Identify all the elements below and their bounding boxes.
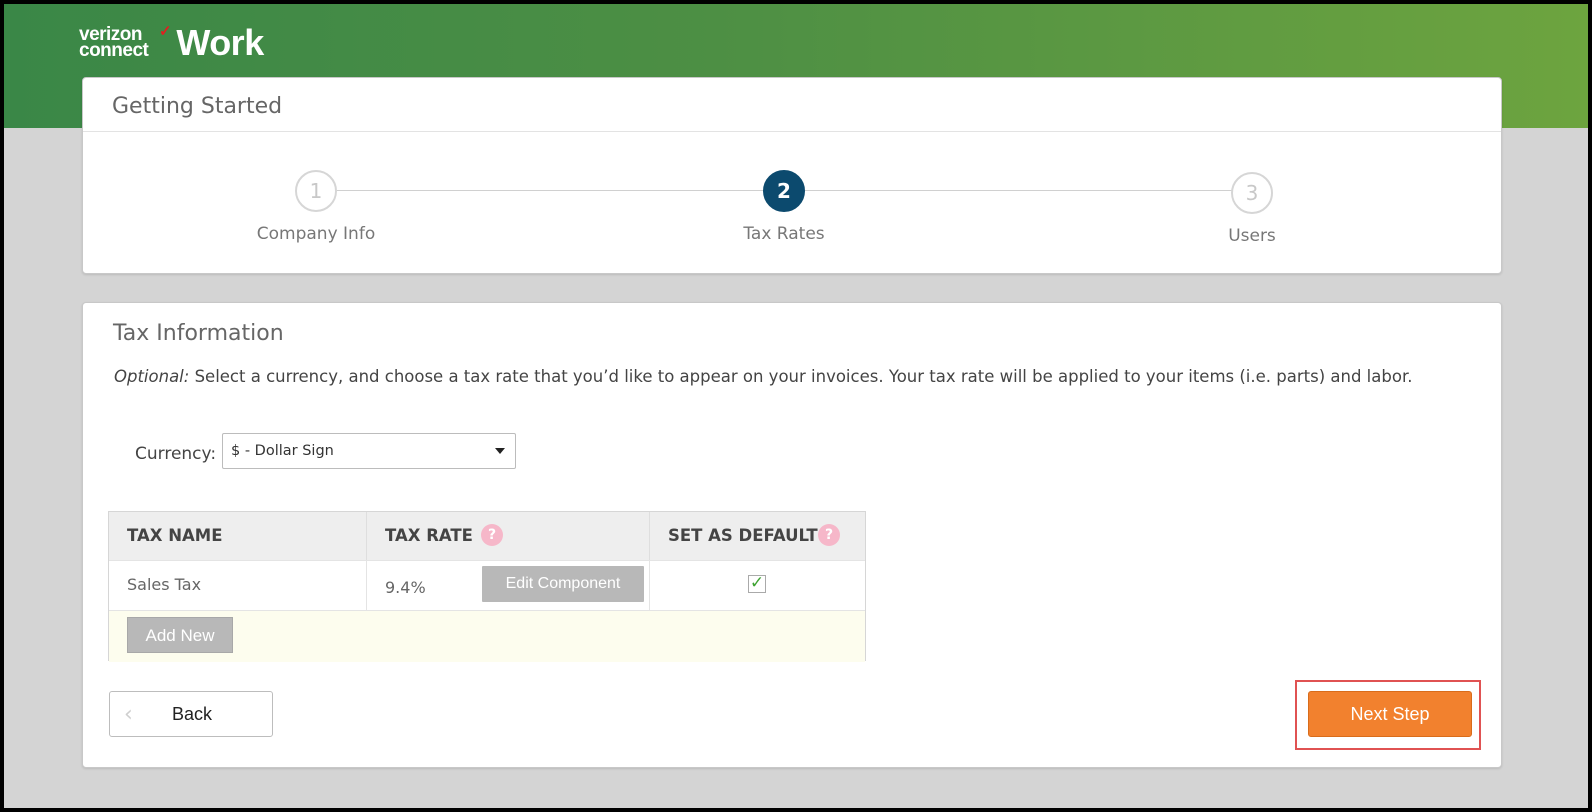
edit-component-button[interactable]: Edit Component	[482, 566, 644, 602]
header-label: TAX NAME	[127, 526, 223, 545]
cell-set-as-default: ✓	[650, 561, 865, 610]
cell-tax-rate: 9.4% Edit Component	[367, 561, 650, 610]
header-label: SET AS DEFAULT	[668, 526, 818, 545]
optional-label: Optional:	[114, 367, 190, 386]
app-frame: verizon connect ✓ Work Getting Started 1…	[4, 4, 1588, 808]
header-tax-name: TAX NAME	[109, 512, 367, 560]
chevron-left-icon: ‹	[124, 702, 133, 727]
step-label: Users	[1228, 226, 1276, 246]
tax-rate-value: 9.4%	[385, 578, 426, 597]
tax-table: TAX NAME TAX RATE ? SET AS DEFAULT ? Sal…	[108, 511, 866, 662]
logo[interactable]: verizon connect ✓ Work	[79, 22, 264, 64]
cell-tax-name: Sales Tax	[109, 561, 367, 610]
step-users[interactable]: 3 Users	[1162, 172, 1342, 246]
default-checkbox[interactable]: ✓	[748, 575, 766, 593]
logo-line2: connect	[79, 40, 149, 61]
table-row: Sales Tax 9.4% Edit Component ✓	[109, 560, 865, 610]
getting-started-card: Getting Started 1 Company Info 2 Tax Rat…	[82, 77, 1502, 274]
step-label: Tax Rates	[743, 224, 825, 244]
step-label: Company Info	[256, 224, 376, 244]
next-step-button[interactable]: Next Step	[1308, 691, 1472, 737]
wizard-stepper: 1 Company Info 2 Tax Rates 3 Users	[83, 132, 1501, 272]
tax-information-card: Tax Information Optional: Select a curre…	[82, 302, 1502, 768]
step-tax-rates[interactable]: 2 Tax Rates	[694, 170, 874, 244]
header-tax-rate: TAX RATE ?	[367, 512, 650, 560]
tax-description: Optional: Select a currency, and choose …	[114, 367, 1412, 386]
header-set-as-default: SET AS DEFAULT ?	[650, 512, 865, 560]
table-header-row: TAX NAME TAX RATE ? SET AS DEFAULT ?	[109, 512, 865, 560]
step-number-circle: 1	[295, 170, 337, 212]
check-mark-icon: ✓	[159, 23, 172, 40]
back-button[interactable]: ‹ Back	[109, 691, 273, 737]
help-icon[interactable]: ?	[818, 524, 840, 546]
product-name: Work	[176, 22, 264, 63]
description-text: Select a currency, and choose a tax rate…	[189, 367, 1413, 386]
currency-label: Currency:	[135, 444, 217, 464]
verizon-connect-logo: verizon connect ✓	[79, 24, 172, 61]
step-company-info[interactable]: 1 Company Info	[226, 170, 406, 244]
add-new-button[interactable]: Add New	[127, 617, 233, 653]
step-number-circle: 3	[1231, 172, 1273, 214]
currency-select[interactable]: $ - Dollar Sign	[222, 433, 516, 469]
back-label: Back	[172, 704, 213, 724]
getting-started-title: Getting Started	[83, 78, 1501, 132]
tax-information-title: Tax Information	[113, 321, 284, 346]
chevron-down-icon	[495, 448, 505, 454]
help-icon[interactable]: ?	[481, 524, 503, 546]
step-number-circle: 2	[763, 170, 805, 212]
header-label: TAX RATE	[385, 526, 473, 545]
currency-value: $ - Dollar Sign	[231, 443, 334, 459]
add-row: Add New	[109, 610, 865, 662]
